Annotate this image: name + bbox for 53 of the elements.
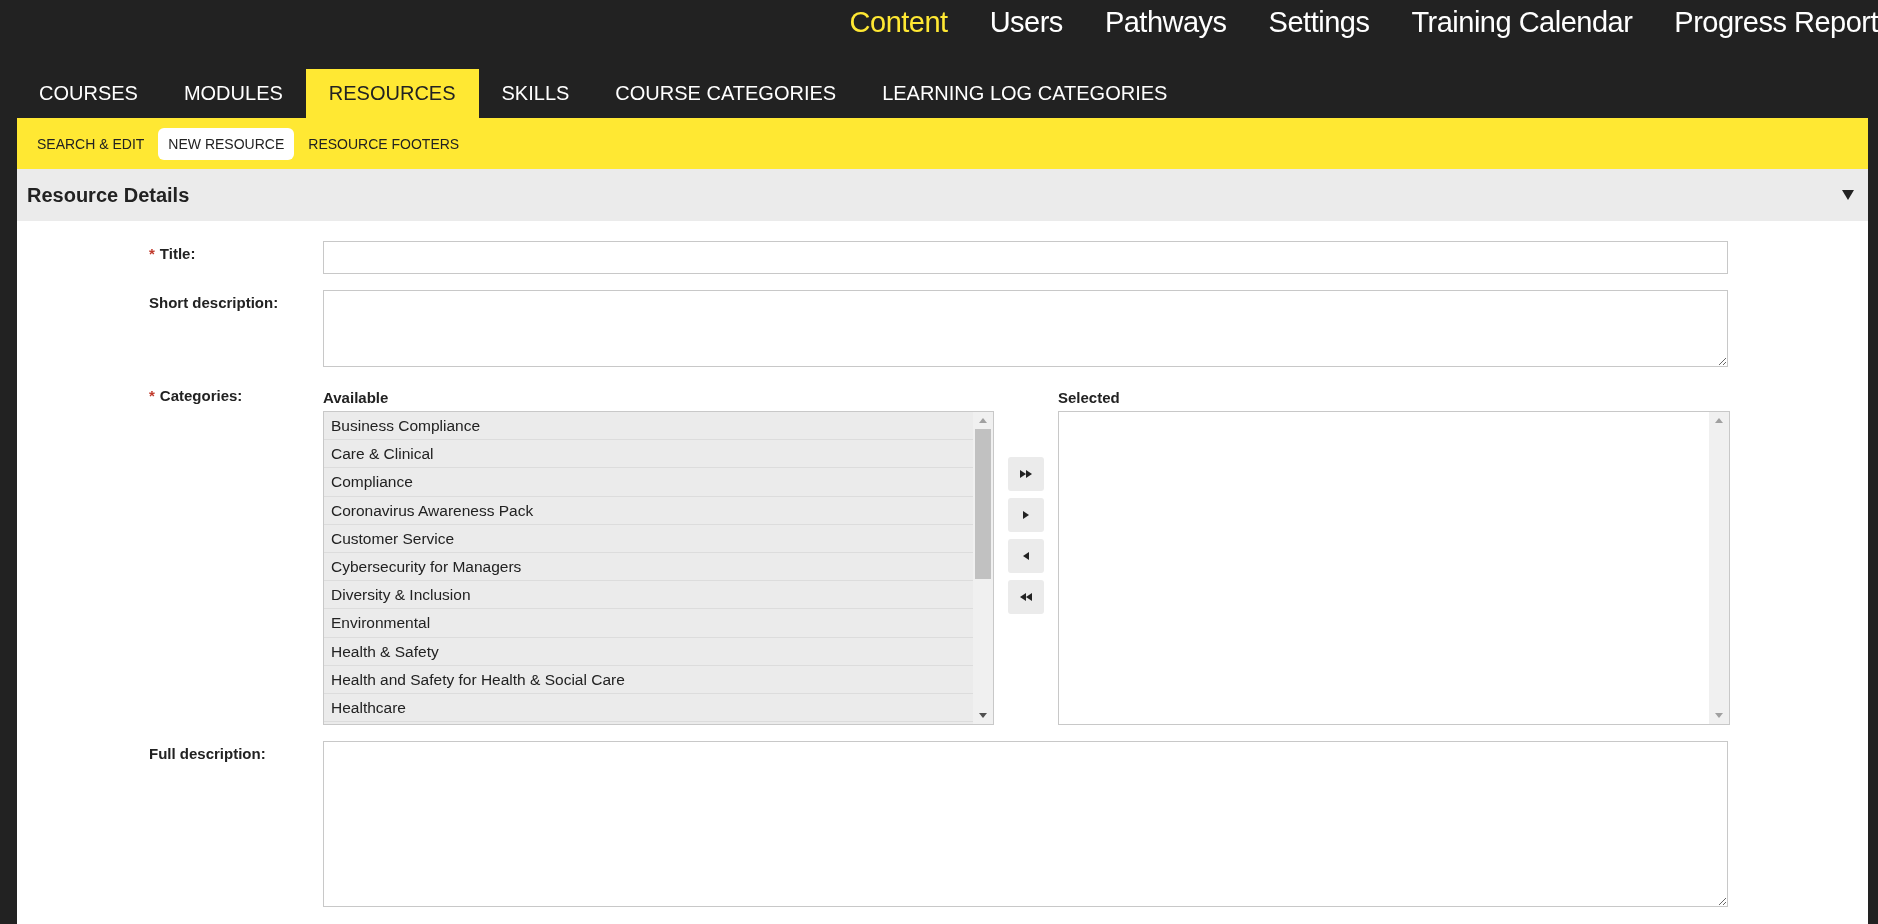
list-option[interactable]: Health & Safety [324,637,973,666]
nav-tab[interactable]: MODULES [160,69,306,118]
field-label: Categories: [159,387,243,404]
right-arrow-icon [1020,470,1032,478]
field-label: Short description: [149,294,279,311]
top-nav-link[interactable]: Users [989,5,1063,39]
short-description-field[interactable] [323,290,1728,367]
list-option[interactable]: Business Compliance [324,412,973,441]
sub-nav-tab[interactable]: RESOURCE FOOTERS [298,127,470,160]
add-all-button[interactable] [1008,457,1044,491]
left-arrow-icon [1020,593,1032,601]
left-arrow-icon [1023,552,1029,560]
list-option[interactable]: Environmental [324,609,973,638]
top-nav-link[interactable]: Training Calendar [1411,5,1633,39]
title-input[interactable] [323,241,1728,274]
remove-button[interactable] [1008,539,1044,573]
top-nav-link[interactable]: Progress Report [1674,5,1878,39]
list-option[interactable]: Cybersecurity for Managers [324,552,973,582]
remove-all-button[interactable] [1008,580,1044,614]
scroll-up-icon[interactable] [979,418,987,423]
required-mark: * [149,387,155,404]
add-button[interactable] [1008,498,1044,532]
section-title: Resource Details [27,183,190,207]
full-description-field[interactable] [323,741,1728,907]
scroll-up-icon[interactable] [1715,418,1723,423]
nav-tab[interactable]: SKILLS [478,69,593,118]
collapse-icon[interactable] [1842,190,1854,200]
nav-tab[interactable]: COURSE CATEGORIES [592,69,860,118]
nav-tab[interactable]: LEARNING LOG CATEGORIES [859,69,1191,118]
field-label: Title: [159,245,196,262]
scrollbar[interactable] [973,412,993,724]
list-option[interactable]: Health and Safety for Health & Social Care [324,665,973,694]
list-option[interactable]: Healthcare [324,693,973,723]
top-nav-link[interactable]: Settings [1268,5,1370,39]
scroll-down-icon[interactable] [979,713,987,718]
list-heading: Available [323,388,390,408]
list-option[interactable]: Coronavirus Awareness Pack [324,496,973,525]
scrollbar[interactable] [1709,412,1729,724]
list-heading: Selected [1058,388,1121,408]
top-nav-link[interactable]: Content [849,5,948,39]
nav-tab[interactable]: COURSES [16,69,161,118]
required-mark: * [149,245,155,262]
sub-nav-tab[interactable]: NEW RESOURCE [158,127,295,160]
right-arrow-icon [1023,511,1029,519]
top-nav-link[interactable]: Pathways [1104,5,1227,39]
sub-nav-tab[interactable]: SEARCH & EDIT [27,127,155,160]
scroll-thumb[interactable] [975,429,991,579]
field-label: Full description: [149,745,266,762]
list-option[interactable]: Care & Clinical [324,440,973,469]
list-option[interactable]: Customer Service [324,524,973,553]
list-option[interactable]: Diversity & Inclusion [324,581,973,610]
list-option[interactable]: Compliance [324,468,973,497]
nav-tab[interactable]: RESOURCES [305,69,479,118]
